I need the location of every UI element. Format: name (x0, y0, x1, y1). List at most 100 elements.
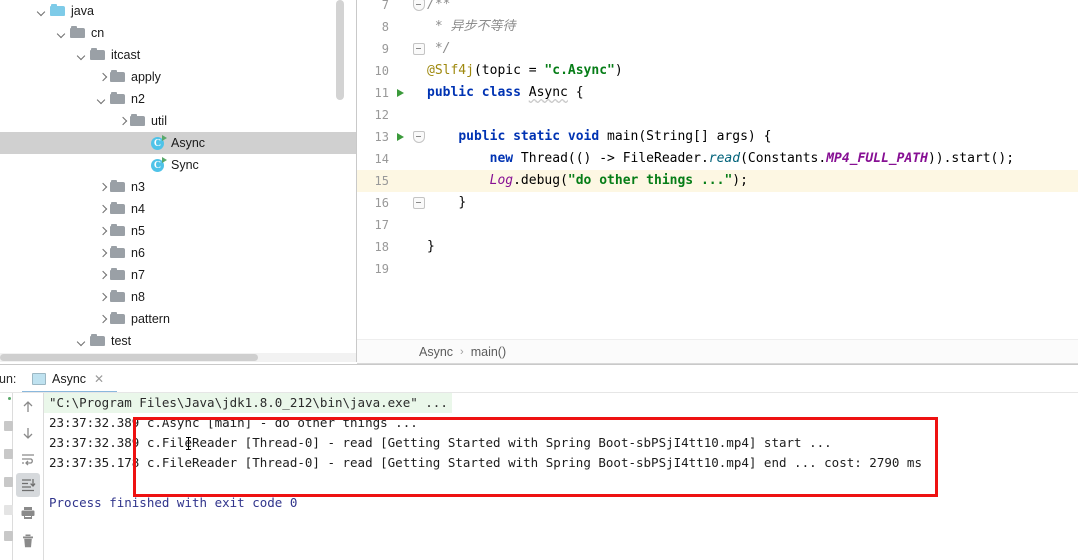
soft-wrap-icon[interactable] (16, 447, 40, 471)
gutter-fold-slot[interactable] (411, 170, 425, 192)
gutter-fold-slot[interactable] (411, 214, 425, 236)
clipped-tool-icon[interactable] (4, 505, 13, 515)
chevron-right-icon[interactable] (96, 225, 109, 238)
tree-horizontal-scrollbar-track[interactable] (0, 353, 356, 362)
chevron-down-icon[interactable] (36, 5, 49, 18)
code-line[interactable]: 12 (357, 104, 1078, 126)
chevron-right-icon[interactable] (96, 71, 109, 84)
tree-item-async[interactable]: C Async (0, 132, 356, 154)
chevron-down-icon[interactable] (96, 93, 109, 106)
code-line[interactable]: 19 (357, 258, 1078, 280)
run-side-strip-clipped[interactable] (0, 393, 13, 560)
gutter-run-slot[interactable] (391, 38, 411, 60)
scroll-to-end-icon[interactable] (16, 473, 40, 497)
chevron-right-icon[interactable] (116, 115, 129, 128)
printer-icon[interactable] (16, 501, 40, 525)
gutter-run-slot[interactable] (391, 192, 411, 214)
project-tree-panel[interactable]: main java cn itcast apply n2 (0, 0, 356, 362)
tree-item-pattern[interactable]: pattern (0, 308, 356, 330)
code-line[interactable]: 10 @Slf4j(topic = "c.Async") (357, 60, 1078, 82)
clipped-tool-icon[interactable] (4, 531, 13, 541)
breadcrumb-class[interactable]: Async (419, 345, 453, 359)
tree-item-itcast[interactable]: itcast (0, 44, 356, 66)
chevron-right-icon[interactable] (96, 203, 109, 216)
gutter-run-slot[interactable] (391, 0, 411, 16)
close-icon[interactable]: ✕ (94, 372, 104, 386)
chevron-right-icon[interactable] (96, 181, 109, 194)
gutter-fold-slot[interactable] (411, 16, 425, 38)
code-line[interactable]: 17 (357, 214, 1078, 236)
run-gutter-icon[interactable] (391, 126, 411, 148)
code-line[interactable]: 8 * 异步不等待 (357, 16, 1078, 38)
chevron-right-icon[interactable] (96, 291, 109, 304)
code-line[interactable]: 14 new Thread(() -> FileReader.read(Cons… (357, 148, 1078, 170)
code-line[interactable]: 9 */ (357, 38, 1078, 60)
gutter-fold-slot[interactable] (411, 258, 425, 280)
tree-item-n2[interactable]: n2 (0, 88, 356, 110)
tree-item-java[interactable]: java (0, 0, 356, 22)
gutter-run-slot[interactable] (391, 214, 411, 236)
tree-item-test[interactable]: test (0, 330, 356, 352)
code-editor[interactable]: 6 7 /** 8 * 异步不等待 9 */ 10 (357, 0, 1078, 336)
gutter-fold-slot[interactable] (411, 148, 425, 170)
chevron-right-icon: › (460, 345, 464, 358)
fold-marker-up-icon[interactable] (411, 192, 425, 214)
brace-token: { (567, 85, 584, 100)
fold-marker-down-icon[interactable] (411, 0, 425, 16)
breadcrumb[interactable]: Async › main() (357, 339, 1078, 363)
code-line[interactable]: 16 } (357, 192, 1078, 214)
gutter-run-slot[interactable] (391, 16, 411, 38)
gutter-fold-slot[interactable] (411, 60, 425, 82)
tree-horizontal-scrollbar[interactable] (0, 354, 258, 361)
gutter-run-slot[interactable] (391, 258, 411, 280)
code-line[interactable]: 13 public static void main(String[] args… (357, 126, 1078, 148)
run-tab-async[interactable]: Async ✕ (26, 366, 110, 392)
tree-item-n4[interactable]: n4 (0, 198, 356, 220)
clipped-tool-icon[interactable] (4, 449, 13, 459)
code-line[interactable]: 18 } (357, 236, 1078, 258)
gutter-run-slot[interactable] (391, 60, 411, 82)
trash-icon[interactable] (16, 529, 40, 553)
console-toolbar[interactable] (13, 393, 44, 560)
tree-item-n8[interactable]: n8 (0, 286, 356, 308)
arrow-up-icon[interactable] (16, 395, 40, 419)
fold-marker-down-icon[interactable] (411, 126, 425, 148)
gutter-fold-slot[interactable] (411, 104, 425, 126)
code-line-current[interactable]: 15 Log.debug("do other things ..."); (357, 170, 1078, 192)
tree-item-util[interactable]: util (0, 110, 356, 132)
tree-item-n5[interactable]: n5 (0, 220, 356, 242)
tree-item-apply[interactable]: apply (0, 66, 356, 88)
tree-vertical-scrollbar[interactable] (336, 0, 344, 100)
code-text: /** (427, 0, 451, 12)
chevron-right-icon[interactable] (96, 247, 109, 260)
gutter-fold-slot[interactable] (411, 82, 425, 104)
arrow-down-icon[interactable] (16, 421, 40, 445)
run-gutter-icon[interactable] (391, 82, 411, 104)
fold-marker-up-icon[interactable] (411, 38, 425, 60)
gutter-run-slot[interactable] (391, 170, 411, 192)
breadcrumb-method[interactable]: main() (471, 345, 506, 359)
chevron-down-icon[interactable] (56, 27, 69, 40)
code-line[interactable]: 7 /** (357, 0, 1078, 16)
tree-item-n3[interactable]: n3 (0, 176, 356, 198)
line-number: 11 (374, 86, 389, 100)
tree-item-cn[interactable]: cn (0, 22, 356, 44)
gutter-fold-slot[interactable] (411, 236, 425, 258)
console-output[interactable]: "C:\Program Files\Java\jdk1.8.0_212\bin\… (44, 393, 1078, 560)
clipped-tool-icon[interactable] (4, 477, 13, 487)
gutter-run-slot[interactable] (391, 104, 411, 126)
chevron-right-icon[interactable] (96, 313, 109, 326)
tree-item-sync[interactable]: C Sync (0, 154, 356, 176)
chevron-down-icon[interactable] (76, 49, 89, 62)
tree-item-label: util (151, 114, 167, 128)
tree-item-n6[interactable]: n6 (0, 242, 356, 264)
chevron-right-icon[interactable] (96, 269, 109, 282)
run-panel[interactable]: Run: Async ✕ (0, 364, 1078, 560)
gutter-run-slot[interactable] (391, 148, 411, 170)
code-line[interactable]: 11 public class Async { (357, 82, 1078, 104)
tree-item-n7[interactable]: n7 (0, 264, 356, 286)
chevron-down-icon[interactable] (76, 335, 89, 348)
clipped-tool-icon[interactable] (4, 421, 13, 431)
gutter-run-slot[interactable] (391, 236, 411, 258)
tree-item-label: n7 (131, 268, 145, 282)
